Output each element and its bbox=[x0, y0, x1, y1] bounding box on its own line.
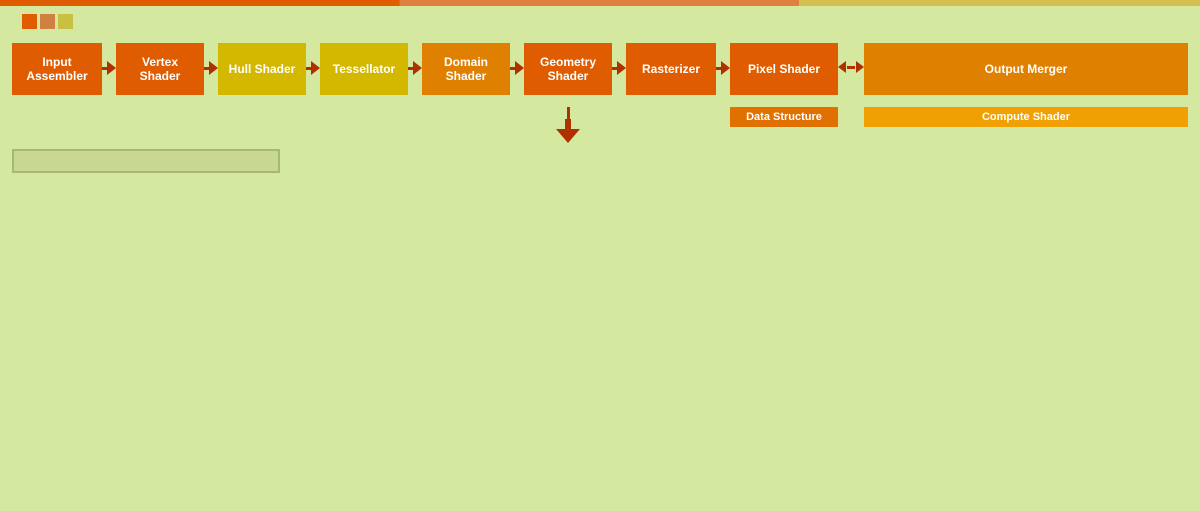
stage-domain-shader: Domain Shader bbox=[422, 43, 510, 99]
stage-hull-shader: Hull Shader bbox=[218, 43, 306, 99]
conn-2 bbox=[204, 61, 218, 75]
stream-output-line bbox=[567, 107, 570, 119]
conn-8 bbox=[838, 61, 864, 73]
bottom-section bbox=[0, 145, 1200, 177]
stage-box-tessellator: Tessellator bbox=[320, 43, 408, 95]
stage-box-pixel-shader: Pixel Shader bbox=[730, 43, 838, 95]
conn-1 bbox=[102, 61, 116, 75]
conn-6 bbox=[612, 61, 626, 75]
stage-vertex-shader: Vertex Shader bbox=[116, 43, 204, 99]
stage-box-geometry-shader: Geometry Shader bbox=[524, 43, 612, 95]
stream-output-label bbox=[565, 119, 571, 129]
stage-tessellator: Tessellator bbox=[320, 43, 408, 99]
pipeline-area: Input Assembler Vertex Shader Hull Shade… bbox=[0, 37, 1200, 143]
stream-output-desc-area bbox=[280, 149, 623, 173]
stage-box-vertex-shader: Vertex Shader bbox=[116, 43, 204, 95]
stage-geometry-shader-group: Geometry Shader bbox=[524, 43, 612, 143]
stage-rasterizer: Rasterizer bbox=[626, 43, 716, 99]
data-structure-box: Data Structure bbox=[730, 107, 838, 127]
stage-output-merger: Output Merger Compute Shader bbox=[864, 43, 1188, 130]
stage-pixel-shader: Pixel Shader Data Structure bbox=[730, 43, 838, 130]
square-3 bbox=[58, 14, 73, 29]
bottom-left-box bbox=[12, 149, 280, 173]
square-2 bbox=[40, 14, 55, 29]
conn-5 bbox=[510, 61, 524, 75]
stage-box-input-assembler: Input Assembler bbox=[12, 43, 102, 95]
header bbox=[0, 6, 1200, 33]
square-1 bbox=[22, 14, 37, 29]
stream-output-arrow bbox=[556, 129, 580, 143]
stage-box-rasterizer: Rasterizer bbox=[626, 43, 716, 95]
stage-box-domain-shader: Domain Shader bbox=[422, 43, 510, 95]
stage-box-hull-shader: Hull Shader bbox=[218, 43, 306, 95]
color-squares bbox=[22, 14, 73, 29]
stage-box-output-merger: Output Merger bbox=[864, 43, 1188, 95]
conn-7 bbox=[716, 61, 730, 75]
conn-3 bbox=[306, 61, 320, 75]
stage-input-assembler: Input Assembler bbox=[12, 43, 102, 99]
stream-output-group bbox=[524, 107, 612, 143]
conn-4 bbox=[408, 61, 422, 75]
compute-shader-box: Compute Shader bbox=[864, 107, 1188, 127]
how-it-works-row bbox=[22, 14, 1178, 29]
